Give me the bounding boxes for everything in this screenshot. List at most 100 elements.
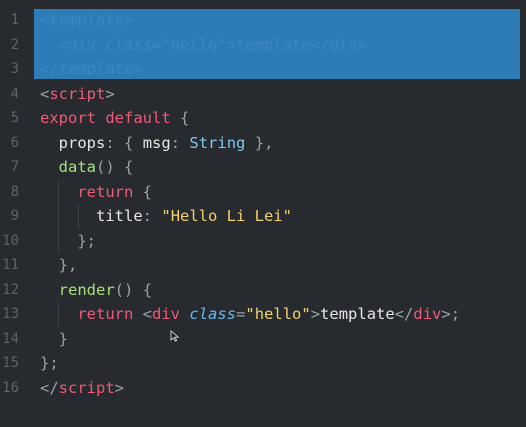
code-token: : — [105, 133, 115, 152]
line-number[interactable]: 16 — [0, 376, 19, 401]
code-token: > — [133, 60, 143, 78]
indent-guide — [78, 204, 79, 229]
code-token: () — [114, 280, 134, 299]
code-token: div — [68, 35, 97, 54]
code-text: props: { msg: String }, — [40, 131, 274, 156]
code-line[interactable]: 2 <div class="hello">template</div> — [0, 33, 526, 58]
code-text: render() { — [40, 278, 152, 303]
arrow-cursor-icon — [170, 330, 180, 342]
code-token: data — [58, 158, 96, 176]
line-number[interactable]: 7 — [0, 155, 19, 180]
code-token: "Hello Li Lei" — [161, 207, 293, 225]
code-token: > — [114, 378, 125, 397]
code-text: }, — [40, 253, 78, 278]
code-line[interactable]: 3 </template> — [0, 57, 526, 82]
code-line[interactable]: 13 return <div class="hello">template</d… — [0, 302, 526, 327]
code-line[interactable]: 8 return { — [0, 179, 526, 205]
code-token: { — [124, 133, 134, 152]
code-token: </ — [310, 35, 330, 54]
code-token: title — [96, 207, 143, 225]
code-token: default — [105, 109, 171, 127]
line-number[interactable]: 1 — [0, 8, 19, 33]
line-number[interactable]: 13 — [0, 302, 19, 327]
code-line[interactable]: 14 } — [0, 327, 526, 352]
code-token: > — [357, 35, 367, 54]
line-number[interactable]: 15 — [0, 351, 19, 376]
code-token: String — [189, 133, 246, 152]
code-text: return <div class="hello">template</div>… — [40, 302, 460, 327]
code-text: }; — [40, 229, 96, 254]
line-number[interactable]: 5 — [0, 106, 19, 131]
code-token: </ — [40, 378, 59, 397]
code-text: <template> — [40, 8, 133, 33]
line-number[interactable]: 14 — [0, 327, 19, 352]
code-text: return { — [40, 180, 152, 205]
code-token: > — [105, 84, 115, 103]
line-number[interactable]: 6 — [0, 131, 19, 156]
code-token: }; — [40, 354, 59, 372]
code-text: </template> — [40, 57, 143, 82]
code-token: > — [310, 305, 321, 323]
code-editor[interactable]: 1 <template> 2 <div class="hello">template… — [0, 0, 526, 427]
code-token: < — [58, 35, 69, 54]
code-token: }; — [77, 231, 96, 250]
code-line[interactable]: 1 <template> — [0, 8, 526, 33]
indent-guide — [58, 179, 59, 204]
code-token: props — [58, 133, 106, 152]
code-token: { — [142, 280, 153, 299]
code-line[interactable]: 10 }; — [0, 228, 526, 254]
code-token: div — [329, 35, 358, 54]
code-text: <script> — [40, 82, 115, 107]
code-token: < — [40, 84, 50, 103]
code-text: data() { — [40, 155, 134, 180]
code-token: < — [40, 11, 50, 29]
code-line[interactable]: 15}; — [0, 351, 526, 376]
code-line[interactable]: 4 <script> — [0, 82, 526, 107]
code-token: script — [49, 84, 106, 103]
code-line[interactable]: 5 export default { — [0, 106, 526, 131]
code-line[interactable]: 12 render() { — [0, 278, 526, 303]
code-line[interactable]: 9 title: "Hello Li Lei" — [0, 204, 526, 229]
code-text: export default { — [40, 106, 189, 131]
code-line[interactable]: 6 props: { msg: String }, — [0, 131, 526, 156]
line-number[interactable]: 11 — [0, 253, 19, 278]
line-number[interactable]: 12 — [0, 278, 19, 303]
code-line[interactable]: 7 data() { — [0, 155, 526, 180]
line-number[interactable]: 3 — [0, 57, 19, 82]
line-number[interactable]: 8 — [0, 180, 19, 205]
code-token: render — [58, 280, 115, 299]
code-token: { — [124, 158, 134, 176]
code-token: "hello" — [245, 305, 311, 323]
code-text: }; — [40, 351, 59, 376]
line-number[interactable]: 10 — [0, 229, 19, 254]
code-token: export — [40, 109, 96, 127]
code-text: } — [40, 327, 68, 352]
code-token: class — [189, 305, 237, 323]
code-token: : — [142, 207, 153, 225]
line-number[interactable]: 2 — [0, 33, 19, 58]
code-token: } — [58, 329, 69, 348]
line-number[interactable]: 9 — [0, 204, 19, 229]
code-text: </script> — [40, 376, 124, 401]
line-number[interactable]: 4 — [0, 82, 19, 107]
code-token: return — [77, 182, 134, 201]
code-line[interactable]: 11 }, — [0, 253, 526, 278]
code-token: = — [152, 35, 162, 54]
code-token: class — [105, 35, 153, 54]
code-token: = — [236, 305, 246, 323]
code-line[interactable]: 16 </script> — [0, 376, 526, 401]
indent-guide — [58, 302, 59, 327]
code-token: script — [58, 378, 115, 397]
